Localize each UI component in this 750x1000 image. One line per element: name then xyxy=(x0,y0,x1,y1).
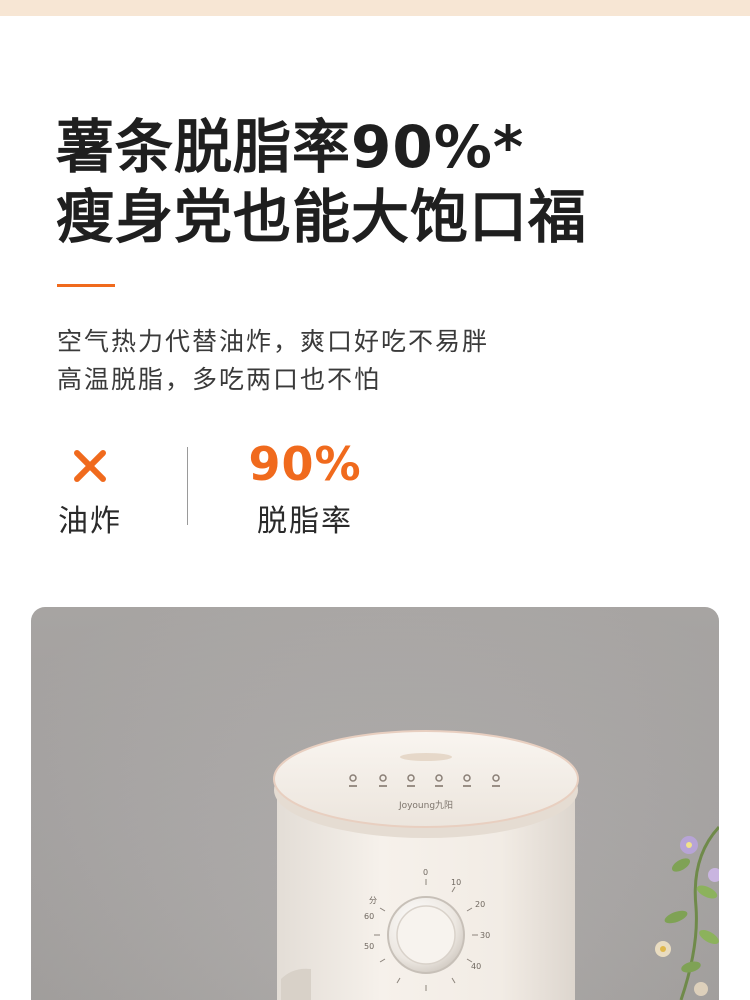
description: 空气热力代替油炸，爽口好吃不易胖 高温脱脂，多吃两口也不怕 xyxy=(57,323,707,399)
accent-divider xyxy=(57,284,115,287)
air-fryer-illustration: Joyoung九阳 0 10 20 30 40 50 60 分 xyxy=(273,730,719,1000)
cross-icon xyxy=(40,440,140,488)
stat-oil-fry-label: 油炸 xyxy=(58,504,122,539)
dial-tick-0: 0 xyxy=(423,868,428,877)
dial-tick-50: 50 xyxy=(364,942,374,951)
stat-fat-removal-value: 90% xyxy=(248,437,362,491)
flower-decoration xyxy=(655,825,719,1000)
headline-line-2: 瘦身党也能大饱口福 xyxy=(56,183,588,251)
description-line-1: 空气热力代替油炸，爽口好吃不易胖 xyxy=(57,327,490,356)
dial-tick-60: 60 xyxy=(364,912,374,921)
stat-oil-fry: 油炸 xyxy=(40,440,140,540)
headline: 薯条脱脂率90%* 瘦身党也能大饱口福 xyxy=(56,112,706,252)
brand-logo: Joyoung九阳 xyxy=(398,800,453,811)
headline-line-1: 薯条脱脂率90%* xyxy=(56,113,525,181)
stat-fat-removal: 90% 脱脂率 xyxy=(230,440,380,540)
stat-fat-removal-label: 脱脂率 xyxy=(257,504,353,539)
dial-tick-10: 10 xyxy=(451,878,461,887)
dial-tick-40: 40 xyxy=(471,962,481,971)
dial-tick-20: 20 xyxy=(475,900,485,909)
product-photo: Joyoung九阳 0 10 20 30 40 50 60 分 xyxy=(31,607,719,1000)
top-decorative-band xyxy=(0,0,750,16)
description-line-2: 高温脱脂，多吃两口也不怕 xyxy=(57,365,382,394)
dial-unit-label: 分 xyxy=(369,896,377,905)
dial-tick-30: 30 xyxy=(480,931,490,940)
stat-divider xyxy=(187,447,188,525)
